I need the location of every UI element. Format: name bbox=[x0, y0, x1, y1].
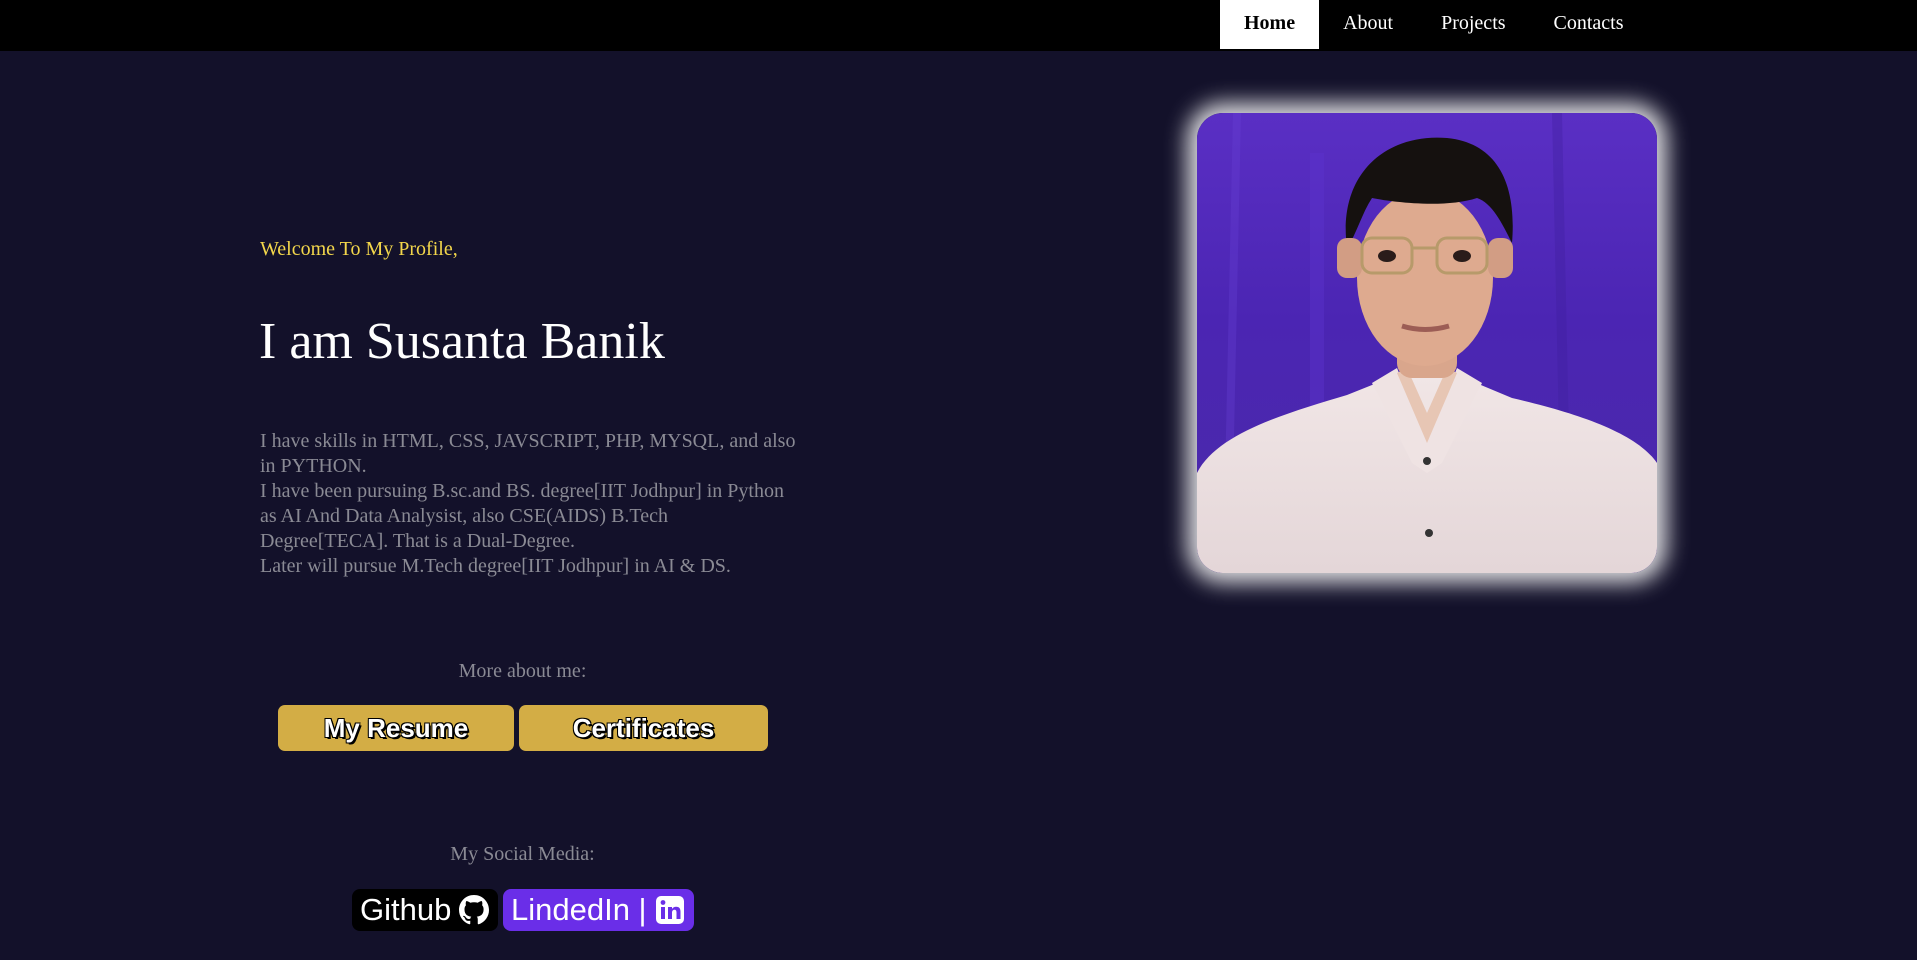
welcome-text: Welcome To My Profile, bbox=[260, 238, 458, 260]
linkedin-icon bbox=[655, 895, 685, 925]
profile-photo-image bbox=[1197, 113, 1657, 573]
certificates-button[interactable]: Certificates bbox=[519, 705, 768, 751]
linkedin-label: LindedIn | bbox=[511, 892, 647, 927]
linkedin-link[interactable]: LindedIn | bbox=[503, 889, 694, 931]
top-navbar: Home About Projects Contacts bbox=[0, 0, 1917, 51]
nav-contacts[interactable]: Contacts bbox=[1530, 0, 1648, 49]
nav-menu: Home About Projects Contacts bbox=[1220, 0, 1648, 49]
github-icon bbox=[459, 895, 490, 925]
more-about-label: More about me: bbox=[458, 660, 587, 682]
bio-text: I have skills in HTML, CSS, JAVSCRIPT, P… bbox=[260, 429, 800, 579]
nav-home[interactable]: Home bbox=[1220, 0, 1320, 49]
bio-line: I have skills in HTML, CSS, JAVSCRIPT, P… bbox=[260, 430, 796, 477]
page-title: I am Susanta Banik bbox=[259, 313, 665, 370]
github-label: Github bbox=[360, 892, 452, 927]
github-link[interactable]: Github bbox=[352, 889, 498, 931]
bio-line: Later will pursue M.Tech degree[IIT Jodh… bbox=[260, 555, 731, 577]
profile-photo bbox=[1197, 113, 1657, 573]
bio-line: I have been pursuing B.sc.and BS. degree… bbox=[260, 480, 784, 552]
resume-button[interactable]: My Resume bbox=[278, 705, 514, 751]
social-media-label: My Social Media: bbox=[450, 843, 595, 865]
nav-projects[interactable]: Projects bbox=[1417, 0, 1529, 49]
nav-about[interactable]: About bbox=[1319, 0, 1417, 49]
